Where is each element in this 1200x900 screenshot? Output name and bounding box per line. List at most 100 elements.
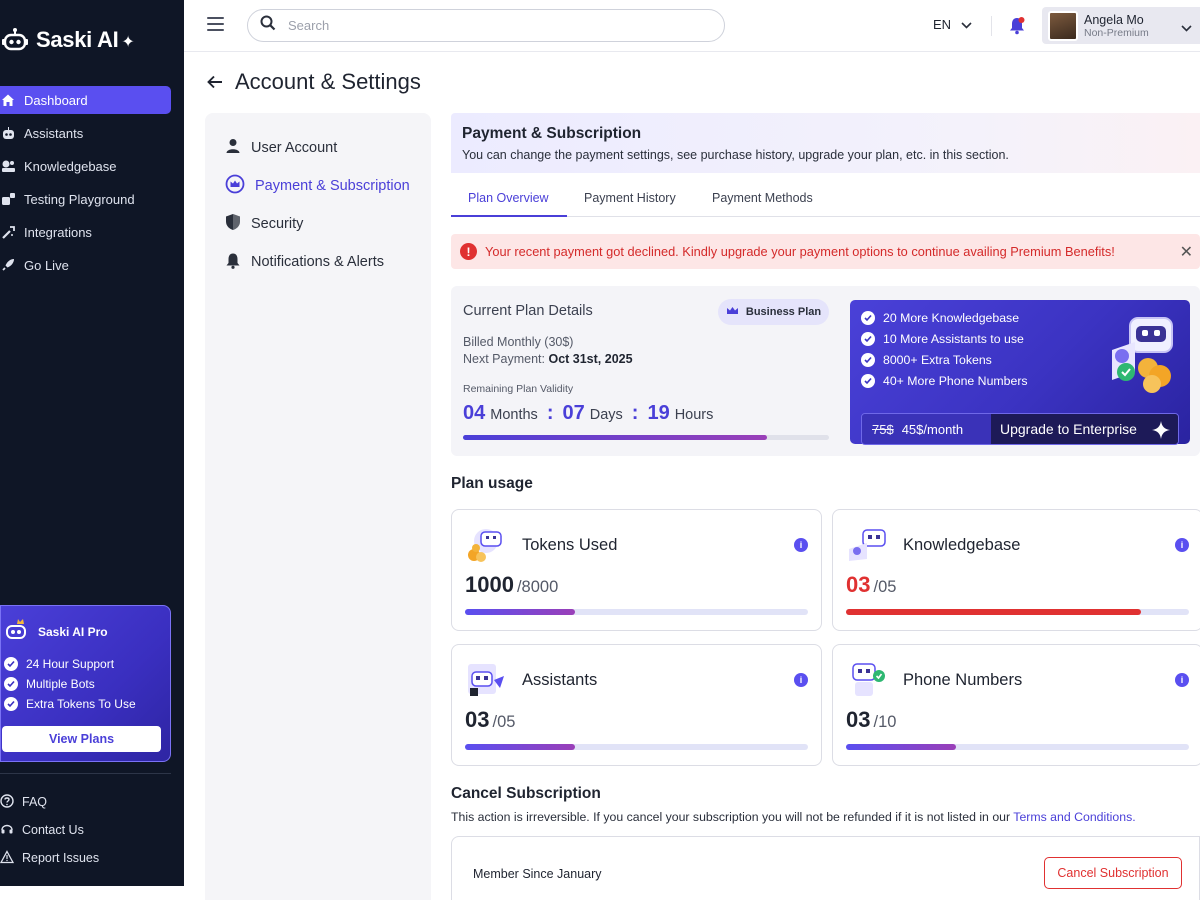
settings-nav-notifications[interactable]: Notifications & Alerts [205,243,431,281]
integrations-icon [0,224,16,240]
back-arrow-icon[interactable] [207,69,223,95]
sidebar-item-knowledgebase[interactable]: Knowledgebase [0,152,171,180]
usage-progress-bar [465,744,808,750]
pro-card-header: Saski AI Pro [4,618,160,645]
info-icon[interactable]: i [1175,538,1189,552]
search-input[interactable] [288,18,688,33]
chevron-down-icon [1181,19,1192,37]
payment-declined-alert: ! Your recent payment got declined. Kind… [451,234,1200,269]
pro-feature-list: 24 Hour Support Multiple Bots Extra Toke… [4,657,160,711]
member-since: Member Since January [473,867,602,881]
usage-label: Assistants [522,671,598,689]
info-icon[interactable]: i [1175,673,1189,687]
enterprise-upgrade-card: 20 More Knowledgebase 10 More Assistants… [850,300,1190,445]
section-description: You can change the payment settings, see… [462,148,1009,162]
check-icon [861,332,875,346]
usage-value: 03/10 [846,707,897,732]
settings-nav-payment-subscription[interactable]: Payment & Subscription [205,167,431,205]
terms-link[interactable]: Terms and Conditions. [1013,810,1135,824]
cancel-subscription-button[interactable]: Cancel Subscription [1044,857,1182,889]
usage-value: 1000/8000 [465,572,559,597]
crown-icon [726,306,739,318]
validity-countdown: 04 Months : 07 Days : 19 Hours [463,402,714,424]
shield-icon [225,213,241,235]
sidebar-item-testing-playground[interactable]: Testing Playground [0,185,171,213]
plan-usage-title: Plan usage [451,475,533,492]
knowledgebase-robot-icon [847,527,887,563]
usage-label: Phone Numbers [903,671,1023,689]
rocket-icon [0,257,16,273]
sidebar-item-assistants[interactable]: Assistants [0,119,171,147]
usage-label: Knowledgebase [903,536,1021,554]
crown-icon [225,174,245,198]
error-icon: ! [460,243,477,260]
close-icon[interactable]: ✕ [1180,242,1193,262]
sidebar-item-integrations[interactable]: Integrations [0,218,171,246]
validity-progress-fill [463,435,767,440]
sidebar-item-label: Knowledgebase [24,158,117,174]
home-icon [0,92,16,108]
billing-cycle: Billed Monthly (30$) [463,335,574,349]
info-icon[interactable]: i [794,538,808,552]
cancel-subscription-description: This action is irreversible. If you canc… [451,810,1136,824]
sidebar-item-label: Dashboard [24,92,88,108]
pro-upgrade-card: Saski AI Pro 24 Hour Support Multiple Bo… [0,605,171,762]
robot-coins-illustration [1090,310,1180,400]
view-plans-button[interactable]: View Plans [2,726,161,752]
plan-badge: Business Plan [718,299,829,325]
membership-card: Member Since January Cancel Subscription [451,836,1200,900]
sidebar-nav: Dashboard Assistants Knowledgebase Testi… [0,86,171,284]
knowledgebase-icon [0,158,16,174]
info-icon[interactable]: i [794,673,808,687]
notification-bell-icon[interactable] [1008,16,1026,40]
search-bar[interactable] [247,9,725,42]
robot-crown-icon [4,618,30,645]
upgrade-enterprise-button[interactable]: Upgrade to Enterprise [991,414,1178,444]
user-menu[interactable]: Angela Mo Non-Premium [1042,7,1200,44]
next-payment: Next Payment: Oct 31st, 2025 [463,352,633,366]
phone-robot-icon [847,662,887,698]
sidebar-item-contact-us[interactable]: Contact Us [0,820,99,840]
brand-logo[interactable]: Saski AI ✦ [0,22,135,58]
topbar-divider [991,16,992,36]
usage-value: 03/05 [465,707,516,732]
main-content: Payment & Subscription You can change th… [451,113,1200,900]
tab-payment-methods[interactable]: Payment Methods [712,191,813,205]
tab-bar: Plan Overview Payment History Payment Me… [451,184,1200,217]
sidebar-item-report-issues[interactable]: Report Issues [0,848,99,868]
check-icon [861,374,875,388]
bell-icon [225,252,241,273]
language-selector[interactable]: EN [933,17,972,32]
check-icon [4,677,18,691]
menu-icon[interactable] [207,17,224,35]
settings-nav-user-account[interactable]: User Account [205,129,431,167]
current-plan-card: Current Plan Details Business Plan Bille… [451,286,1200,456]
check-icon [4,657,18,671]
robot-logo-icon [0,25,30,55]
chevron-down-icon [961,17,972,32]
usage-card-assistants: Assistants i 03/05 [451,644,822,766]
playground-icon [0,191,16,207]
search-icon [260,15,276,36]
sidebar-divider [0,773,171,774]
usage-value: 03/05 [846,572,897,597]
sparkle-icon [1152,421,1170,442]
usage-card-phone-numbers: Phone Numbers i 03/10 [832,644,1200,766]
usage-progress-bar [846,609,1189,615]
upgrade-enterprise-cta[interactable]: 75$ 45$/month Upgrade to Enterprise [861,413,1179,445]
sidebar: Saski AI ✦ Dashboard Assistants Knowledge… [0,0,184,886]
tab-payment-history[interactable]: Payment History [584,191,676,205]
check-icon [861,311,875,325]
enterprise-price: 75$ 45$/month [862,414,991,444]
sidebar-item-dashboard[interactable]: Dashboard [0,86,171,114]
settings-nav-security[interactable]: Security [205,205,431,243]
sidebar-item-faq[interactable]: FAQ [0,792,99,812]
help-icon [0,793,14,811]
sidebar-item-label: Go Live [24,257,69,273]
sidebar-item-go-live[interactable]: Go Live [0,251,171,279]
sidebar-item-label: Assistants [24,125,84,141]
usage-progress-fill [846,609,1141,615]
tab-plan-overview[interactable]: Plan Overview [468,191,549,205]
usage-progress-fill [465,609,575,615]
validity-progress-bar [463,435,829,440]
